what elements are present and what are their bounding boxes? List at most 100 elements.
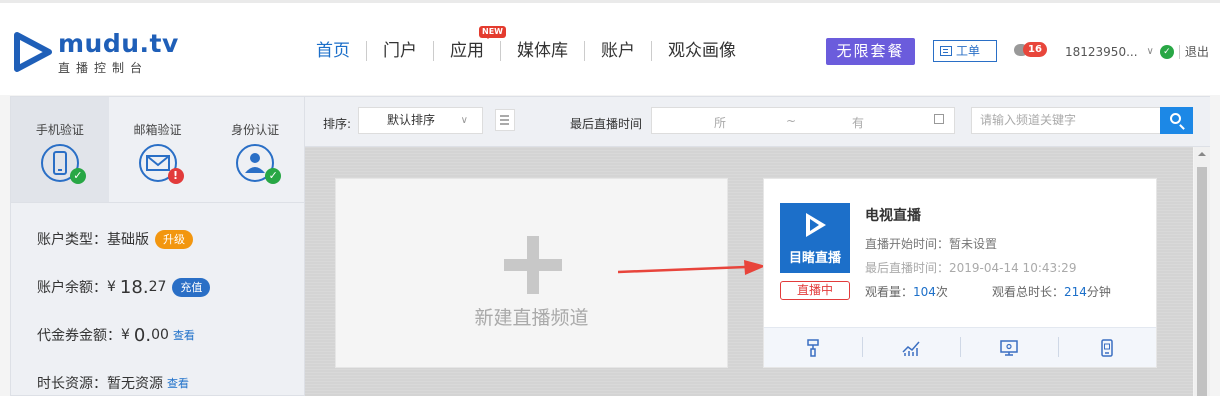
ticket-list-icon — [940, 46, 952, 56]
view-count-unit: 次 — [935, 285, 948, 299]
mail-icon: ! — [138, 144, 184, 184]
duration-row: 时长资源： 暂无资源 查看 — [11, 359, 304, 396]
balance-decimal: 27 — [148, 279, 167, 295]
brand-name: mudu.tv — [58, 29, 179, 58]
scroll-thumb[interactable] — [1197, 167, 1207, 396]
channel-thumbnail[interactable]: 目睹直播 — [780, 203, 850, 273]
voucher-integer: 0. — [133, 324, 152, 346]
total-duration-label: 观看总时长： — [992, 285, 1065, 299]
verification-label: 身份认证 — [231, 123, 280, 137]
email-verification[interactable]: 邮箱验证 ! — [109, 97, 207, 202]
currency-symbol: ¥ — [121, 327, 130, 343]
start-time: 直播开始时间：暂未设置 — [865, 237, 998, 251]
identity-verification[interactable]: 身份认证 ✓ — [206, 97, 304, 202]
scroll-up-arrow-icon[interactable] — [1198, 152, 1206, 156]
brush-icon — [807, 338, 819, 357]
play-icon — [806, 213, 826, 237]
pc-watch-button[interactable] — [960, 328, 1058, 367]
voucher-row: 代金券金额： ¥ 0. 00 查看 — [11, 311, 304, 359]
date-to: 有 — [852, 116, 865, 130]
new-badge: NEW — [479, 26, 506, 39]
top-header: mudu.tv 直播控制台 首页 门户 应用 NEW 媒体库 账户 观众画像 无… — [0, 0, 1220, 95]
main-nav: 首页 门户 应用 NEW 媒体库 账户 观众画像 — [300, 26, 752, 63]
check-icon: ✓ — [69, 168, 86, 184]
warning-icon: ! — [167, 168, 184, 184]
calendar-icon — [934, 114, 944, 124]
nav-portal[interactable]: 门户 — [367, 39, 433, 63]
search-icon — [1170, 113, 1181, 124]
ticket-label: 工单 — [956, 44, 981, 58]
thumbnail-label: 目睹直播 — [788, 251, 841, 266]
date-range-picker[interactable]: 所 ~ 有 — [651, 107, 955, 134]
channel-toolbar — [764, 327, 1156, 367]
mobile-watch-button[interactable] — [1058, 328, 1156, 367]
phone-icon: ✓ — [40, 144, 86, 184]
recharge-button[interactable]: 充值 — [172, 277, 211, 297]
mobile-icon — [1101, 338, 1113, 357]
currency-symbol: ¥ — [107, 279, 116, 295]
ticket-button[interactable]: 工单 — [933, 40, 997, 62]
user-menu[interactable]: 18123950... ∨ ✓ 退出 — [1065, 43, 1209, 60]
verification-label: 手机验证 — [35, 123, 84, 137]
verified-check-icon: ✓ — [1159, 44, 1174, 59]
duration-label: 时长资源： — [37, 376, 107, 392]
logout-link[interactable]: 退出 — [1185, 43, 1209, 60]
unlimited-plan-button[interactable]: 无限套餐 — [826, 38, 915, 65]
total-duration-value: 214 — [1064, 285, 1087, 299]
voucher-view-link[interactable]: 查看 — [173, 327, 195, 343]
live-status-badge: 直播中 — [780, 281, 850, 300]
balance-label: 账户余额： — [37, 280, 107, 296]
view-count-label: 观看量： — [865, 285, 914, 299]
nav-account[interactable]: 账户 — [585, 39, 651, 63]
nav-audience-profile[interactable]: 观众画像 — [652, 39, 752, 63]
brand-subtitle: 直播控制台 — [58, 61, 149, 75]
verification-label: 邮箱验证 — [133, 123, 182, 137]
voucher-label: 代金券金额： — [37, 328, 121, 344]
statistics-button[interactable] — [862, 328, 960, 367]
channel-title[interactable]: 电视直播 — [865, 205, 921, 225]
nav-apps[interactable]: 应用 NEW — [434, 26, 506, 63]
chevron-down-icon: ∨ — [460, 115, 468, 126]
messages-button[interactable]: 16 — [1014, 42, 1054, 60]
view-count: 观看量：104次 — [865, 283, 948, 300]
duration-view-link[interactable]: 查看 — [167, 375, 189, 391]
last-live-time: 最后直播时间：2019-04-14 10:43:29 — [865, 261, 1077, 275]
username: 18123950... — [1065, 44, 1138, 59]
voucher-decimal: 00 — [151, 327, 169, 343]
brand-logo[interactable]: mudu.tv 直播控制台 — [12, 30, 179, 76]
chevron-down-icon[interactable]: ∨ — [1147, 46, 1154, 57]
nav-media-library[interactable]: 媒体库 — [501, 39, 584, 63]
user-icon: ✓ — [236, 144, 282, 184]
message-count-badge: 16 — [1023, 42, 1047, 57]
channel-search-input[interactable]: 请输入频道关键字 — [971, 107, 1161, 134]
duration-value: 暂无资源 — [107, 376, 163, 392]
upgrade-button[interactable]: 升级 — [155, 229, 193, 249]
sort-select[interactable]: 默认排序 ∨ — [358, 107, 483, 134]
account-type-label: 账户类型： — [37, 232, 107, 248]
filter-bar: 排序: 默认排序 ∨ 最后直播时间 所 ~ 有 请输入频道关键字 — [305, 96, 1210, 147]
nav-apps-label: 应用 — [450, 41, 484, 61]
monitor-icon — [1000, 339, 1018, 356]
account-type-value: 基础版 — [107, 232, 149, 248]
check-icon: ✓ — [265, 168, 282, 184]
last-live-label: 最后直播时间 — [570, 117, 643, 131]
scrollbar[interactable] — [1194, 147, 1210, 396]
sort-order-button[interactable] — [495, 109, 515, 131]
channel-card[interactable]: 目睹直播 直播中 电视直播 直播开始时间：暂未设置 最后直播时间：2019-04… — [763, 178, 1157, 368]
total-watch-duration: 观看总时长：214分钟 — [992, 283, 1111, 300]
verification-row: 手机验证 ✓ 邮箱验证 ! 身份认证 ✓ — [11, 97, 304, 203]
sort-label: 排序: — [323, 117, 352, 131]
date-separator: ~ — [786, 114, 797, 128]
account-sidebar: 手机验证 ✓ 邮箱验证 ! 身份认证 ✓ 账户类型： 基础版 升级 账户余额： — [10, 96, 305, 396]
pointer-arrow — [618, 260, 766, 275]
date-from: 所 — [714, 116, 727, 130]
balance-row: 账户余额： ¥ 18. 27 充值 — [11, 263, 304, 311]
search-button[interactable] — [1160, 107, 1193, 134]
decorate-button[interactable] — [764, 328, 862, 367]
total-duration-unit: 分钟 — [1086, 285, 1111, 299]
nav-home[interactable]: 首页 — [300, 39, 366, 63]
logo-play-icon — [14, 32, 52, 72]
phone-verification[interactable]: 手机验证 ✓ — [11, 97, 109, 202]
chart-icon — [902, 341, 920, 356]
new-channel-label: 新建直播频道 — [474, 307, 589, 329]
